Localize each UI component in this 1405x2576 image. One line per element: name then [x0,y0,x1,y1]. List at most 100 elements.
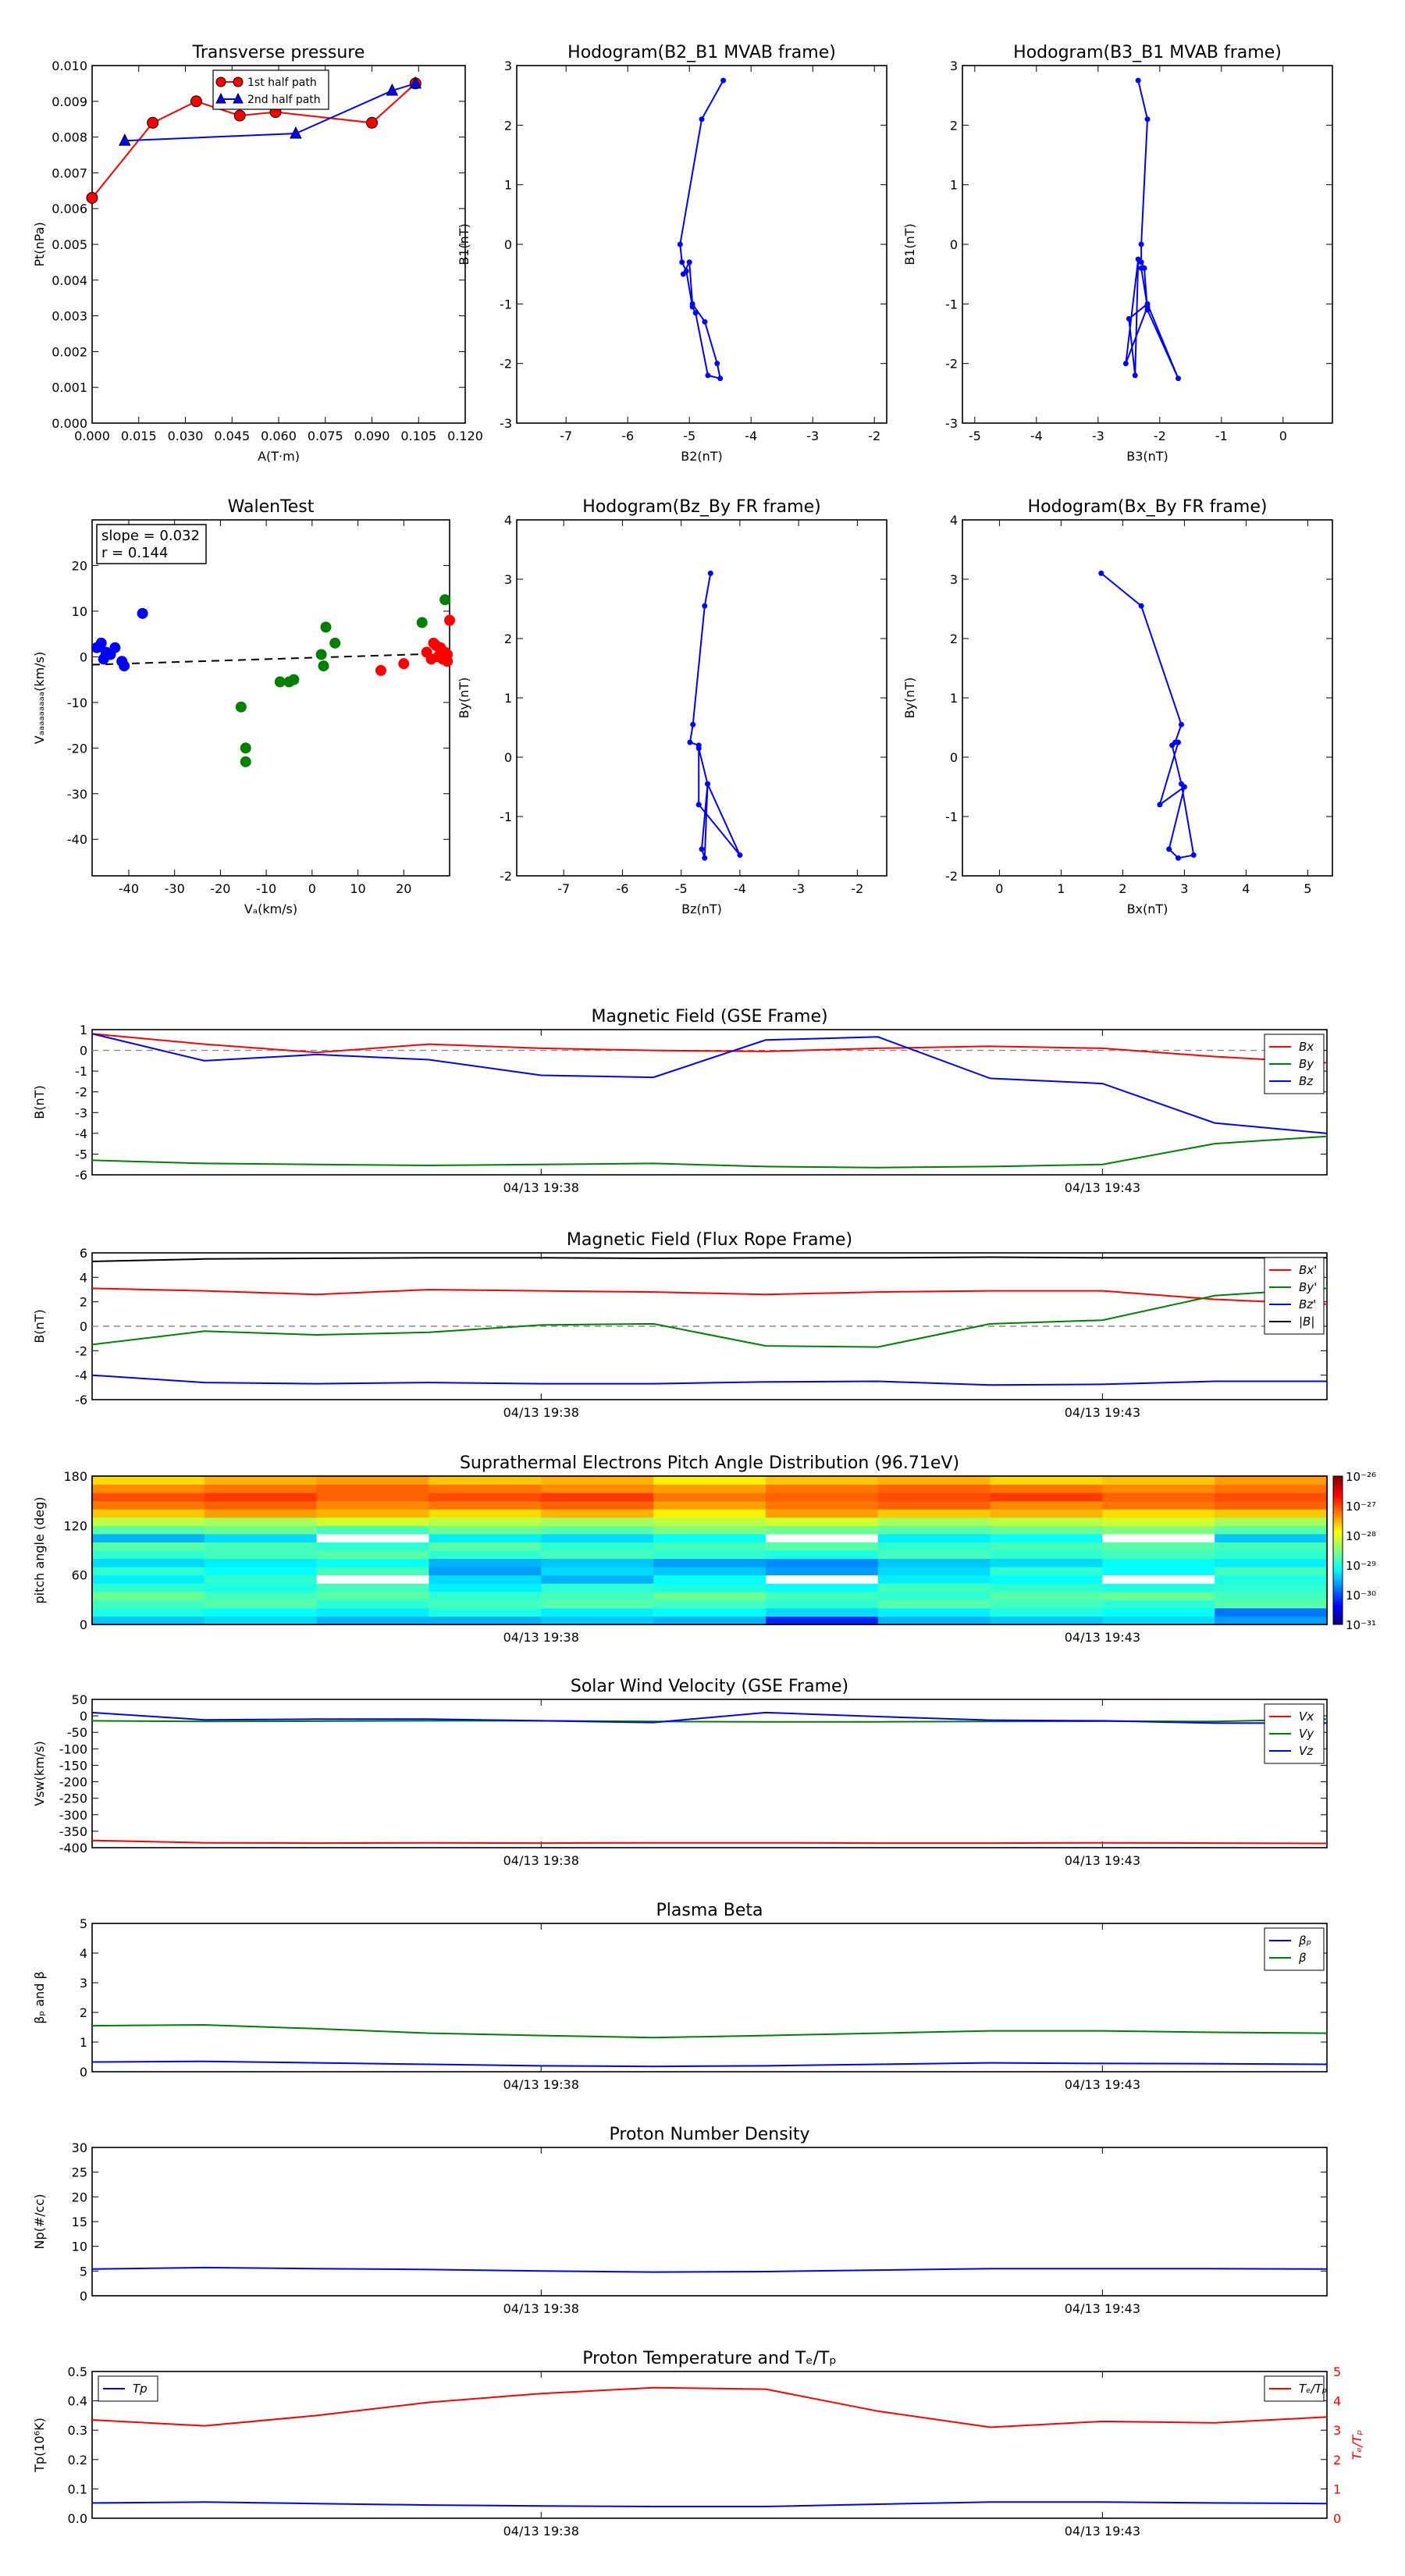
chart-title: Proton Temperature and Tₑ/Tₚ [582,2349,837,2368]
heatmap-cell [429,1493,542,1502]
y-tick-label: 1 [504,178,512,193]
x-tick-label: 5 [1304,881,1311,896]
heatmap-cell [204,1591,318,1600]
x-tick-label: 04/13 19:38 [503,2077,579,2092]
heatmap-cell [541,1550,654,1560]
series-line [91,1135,1328,1169]
hodogram-point [707,570,713,576]
heatmap-cell [541,1533,654,1542]
y-tick-label: 180 [63,1469,87,1484]
x-tick-label: -5 [969,429,981,443]
heatmap-cell [92,1517,205,1526]
heatmap-cell [653,1476,767,1485]
x-tick-label: -10 [256,881,276,896]
y-tick-label: 60 [72,1568,87,1583]
scatter-point [240,742,251,754]
y-tick-label: -30 [67,787,87,802]
heatmap-cell [204,1509,318,1518]
x-tick-label: 20 [396,881,411,896]
heatmap-cell [541,1509,654,1518]
heatmap-cell [1102,1509,1215,1518]
y-axis-label: Pt(nPa) [32,222,47,266]
x-tick-label: 04/13 19:43 [1065,2524,1140,2539]
y-tick-label: 0 [80,1617,87,1632]
heatmap-cell [429,1525,542,1535]
chart-title: Hodogram(Bx_By FR frame) [1028,497,1268,517]
heatmap-cell [877,1533,991,1542]
hodogram-point [695,802,702,808]
heatmap-cell [204,1517,318,1526]
y-tick-label: 0.005 [52,237,87,252]
y-tick-label: -2 [945,869,958,884]
legend: Bx By Bz [1264,1034,1325,1094]
heatmap-cell [765,1476,879,1485]
y-tick-label: 0.0 [68,2511,87,2526]
y-tick-label: 20 [72,2190,87,2204]
legend-entry: 1st half path [247,76,317,89]
heatmap-cell [653,1574,767,1584]
heatmap-cell [1102,1607,1215,1617]
x-tick-label: 0.000 [74,429,110,443]
heatmap-cell [204,1493,318,1502]
scatter-point [109,642,121,653]
heatmap-cell [541,1599,654,1609]
y-tick-label: -20 [67,741,87,756]
chart-vsw: Solar Wind Velocity (GSE Frame)-400-350-… [32,1677,1328,1868]
x-tick-label: 04/13 19:38 [503,1853,579,1868]
heatmap-cell [1215,1599,1328,1609]
y-tick-label: 3 [80,1976,87,1991]
y-tick-label: 15 [72,2215,87,2229]
chart-bfr: Magnetic Field (Flux Rope Frame) -6 -4 -2 0 2… [32,1230,1328,1420]
heatmap-cell [1102,1525,1215,1535]
heatmap-cell [1102,1567,1215,1576]
scatter-point [375,664,386,676]
x-tick-label: 04/13 19:43 [1065,1405,1140,1420]
heatmap-cell [990,1616,1103,1625]
heatmap-cell [653,1484,767,1493]
y-axis-label: Vsw(km/s) [32,1741,47,1806]
heatmap-cell [92,1574,205,1584]
heatmap-cell [204,1574,318,1584]
heatmap-cell [765,1616,879,1625]
hodogram-point [1135,256,1141,262]
series-line [91,1374,1327,1386]
heatmap-cell [316,1500,429,1510]
heatmap-cell [1102,1558,1215,1567]
plot-frame [91,1923,1328,2073]
heatmap-cell [653,1542,767,1551]
x-tick-label: 04/13 19:38 [503,1405,579,1420]
plot-frame [91,65,466,424]
heatmap-cell [541,1484,654,1493]
y-tick-label: 0 [504,750,512,765]
hodogram-point [1138,265,1144,272]
y-tick-label: -10 [67,696,87,710]
heatmap-cell [1215,1567,1328,1576]
x-tick-label: 04/13 19:43 [1065,2077,1140,2092]
heatmap-cell [204,1500,318,1510]
heatmap-cell [990,1599,1103,1609]
heatmap-cell [877,1550,991,1560]
legend-entry: Bx [1299,1040,1314,1054]
heatmap-cell [92,1558,205,1567]
series-line [91,2386,1328,2428]
y-tick-label: 120 [63,1518,87,1533]
scatter-point [416,617,428,628]
chart-h3: Hodogram(Bz_By FR frame) -2 -1 0 1 2 3 4 By(nT) -… [457,497,887,916]
heatmap-cell [1102,1533,1215,1542]
y-tick-label: 0.2 [68,2453,87,2467]
y-tick-label: 0 [80,649,87,664]
heatmap-cell [316,1509,429,1518]
y-tick-label: -40 [67,832,87,847]
x-tick-label: 0.030 [168,429,204,443]
y-tick-label: 2 [504,118,512,133]
hodogram-point [705,781,711,787]
heatmap-cell [1102,1493,1215,1502]
heatmap-cell [877,1493,991,1502]
y-tick-label: 0.003 [52,309,87,324]
series-line [91,1256,1327,1262]
y-tick-label: 4 [80,1270,87,1285]
x-tick-label: 04/13 19:43 [1065,2301,1140,2316]
y-tick-label: 2 [80,2005,87,2020]
heatmap-cell [316,1567,429,1576]
heatmap-cell [204,1616,318,1625]
